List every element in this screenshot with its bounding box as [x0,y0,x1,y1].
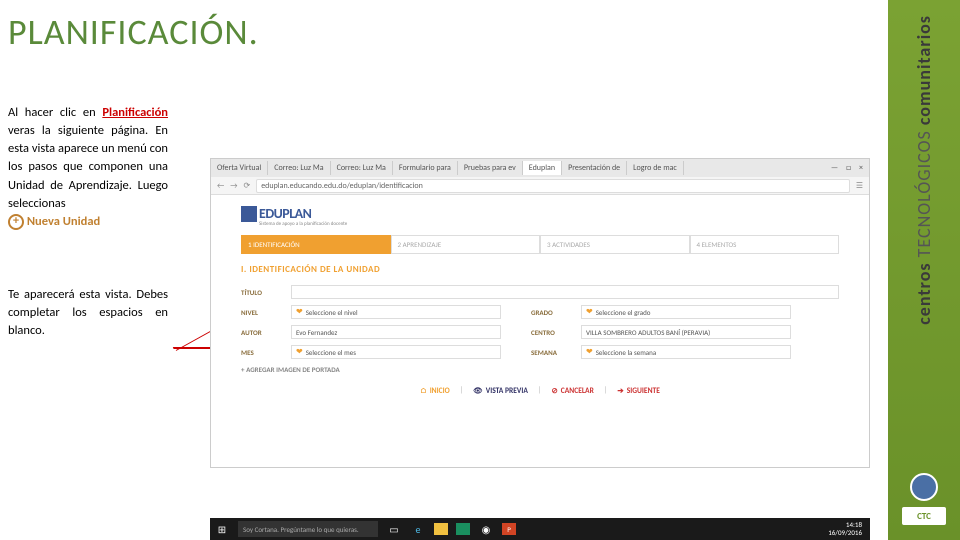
eduplan-tagline: Sistema de apoyo a la planificación doce… [259,221,839,227]
instruction-paragraph-2: Te aparecerá esta vista. Debes completar… [8,286,168,340]
clock-date: 16/09/2016 [828,529,862,537]
eduplan-logo-text: EDUPLAN [259,205,311,222]
browser-tab[interactable]: Logro de mac [627,161,684,175]
step-elementos[interactable]: 4 ELEMENTOS [690,235,840,254]
home-icon: ⌂ [420,387,427,396]
sidebar-brand-text: centros TECNOLÓGICOS comunitarios [913,15,935,325]
browser-tab[interactable]: Correo: Luz Ma [268,161,330,175]
centro-input[interactable]: VILLA SOMBRERO ADULTOS BANÍ (PERAVIA) [581,325,791,339]
eduplan-logo: EDUPLAN [241,205,839,222]
chevron-down-icon: ❤ [296,307,303,317]
forward-icon[interactable]: → [230,181,237,191]
grado-label: GRADO [531,308,581,317]
eduplan-logo-icon [241,206,257,222]
inicio-button[interactable]: ⌂INICIO [420,386,450,396]
ctc-logo: CTC [902,507,946,525]
presidency-seal-icon [910,473,938,501]
vista-previa-button[interactable]: 👁VISTA PREVIA [473,386,528,396]
chevron-down-icon: ❤ [586,307,593,317]
centro-label: CENTRO [531,328,581,337]
titulo-label: TÍTULO [241,288,291,297]
browser-tab[interactable]: Correo: Luz Ma [331,161,393,175]
slide-sidebar: centros TECNOLÓGICOS comunitarios CTC [888,0,960,540]
menu-icon[interactable]: ☰ [856,181,863,191]
slide-title: PLANIFICACIÓN. [8,10,880,54]
nivel-select[interactable]: ❤Seleccione el nivel [291,305,501,319]
grado-select[interactable]: ❤Seleccione el grado [581,305,791,319]
titulo-input[interactable] [291,285,839,299]
siguiente-button[interactable]: ➔SIGUIENTE [617,386,660,396]
chevron-down-icon: ❤ [296,347,303,357]
wizard-steps: 1 IDENTIFICACIÓN 2 APRENDIZAJE 3 ACTIVID… [241,235,839,254]
add-cover-image-button[interactable]: + AGREGAR IMAGEN DE PORTADA [241,365,839,374]
back-icon[interactable]: ← [217,181,224,191]
chevron-down-icon: ❤ [586,347,593,357]
cortana-search[interactable]: Soy Cortana. Pregúntame lo que quieras. [238,521,378,537]
instruction-paragraph-1: Al hacer clic en Planificación veras la … [8,104,168,231]
mes-select[interactable]: ❤Seleccione el mes [291,345,501,359]
nivel-label: NIVEL [241,308,291,317]
browser-tab[interactable]: Oferta Virtual [211,161,268,175]
powerpoint-icon[interactable]: P [502,523,516,535]
store-icon[interactable] [456,523,470,535]
step-aprendizaje[interactable]: 2 APRENDIZAJE [391,235,541,254]
minimize-icon[interactable]: — [831,163,838,173]
step-actividades[interactable]: 3 ACTIVIDADES [540,235,690,254]
system-tray[interactable]: 14:18 16/09/2016 [828,521,866,536]
edge-icon[interactable]: e [410,521,426,537]
chrome-icon[interactable]: ◉ [478,521,494,537]
cancelar-button[interactable]: ⊘CANCELAR [551,386,593,396]
semana-label: SEMANA [531,348,581,357]
planificacion-link-text: Planificación [102,105,168,120]
start-button[interactable]: ⊞ [214,521,230,537]
mes-label: MES [241,348,291,357]
browser-tab[interactable]: Pruebas para ev [458,161,523,175]
address-bar-row: ← → ⟳ eduplan.educando.edu.do/eduplan/id… [211,177,869,195]
browser-tabs: Oferta Virtual Correo: Luz Ma Correo: Lu… [211,159,869,177]
nueva-unidad-label: Nueva Unidad [27,214,100,229]
browser-tab[interactable]: Presentación de [562,161,627,175]
browser-window: Oferta Virtual Correo: Luz Ma Correo: Lu… [210,158,870,468]
autor-label: AUTOR [241,328,291,337]
task-view-icon[interactable]: ▭ [386,521,402,537]
semana-select[interactable]: ❤Seleccione la semana [581,345,791,359]
next-icon: ➔ [617,386,623,396]
eye-icon: 👁 [473,386,483,396]
form-actions: ⌂INICIO | 👁VISTA PREVIA | ⊘CANCELAR | ➔S… [241,386,839,396]
autor-input[interactable]: Evo Fernandez [291,325,501,339]
explorer-icon[interactable] [434,523,448,535]
section-heading: I. IDENTIFICACIÓN DE LA UNIDAD [241,264,839,275]
close-icon[interactable]: × [859,163,863,173]
step-identificacion[interactable]: 1 IDENTIFICACIÓN [241,235,391,254]
url-input[interactable]: eduplan.educando.edu.do/eduplan/identifi… [256,179,850,193]
browser-tab[interactable]: Formulario para [393,161,458,175]
reload-icon[interactable]: ⟳ [244,181,251,191]
cancel-icon: ⊘ [551,386,557,396]
maximize-icon[interactable]: □ [846,163,851,173]
windows-taskbar: ⊞ Soy Cortana. Pregúntame lo que quieras… [210,518,870,540]
plus-icon: + [8,214,24,230]
browser-tab-active[interactable]: Eduplan [523,161,562,175]
